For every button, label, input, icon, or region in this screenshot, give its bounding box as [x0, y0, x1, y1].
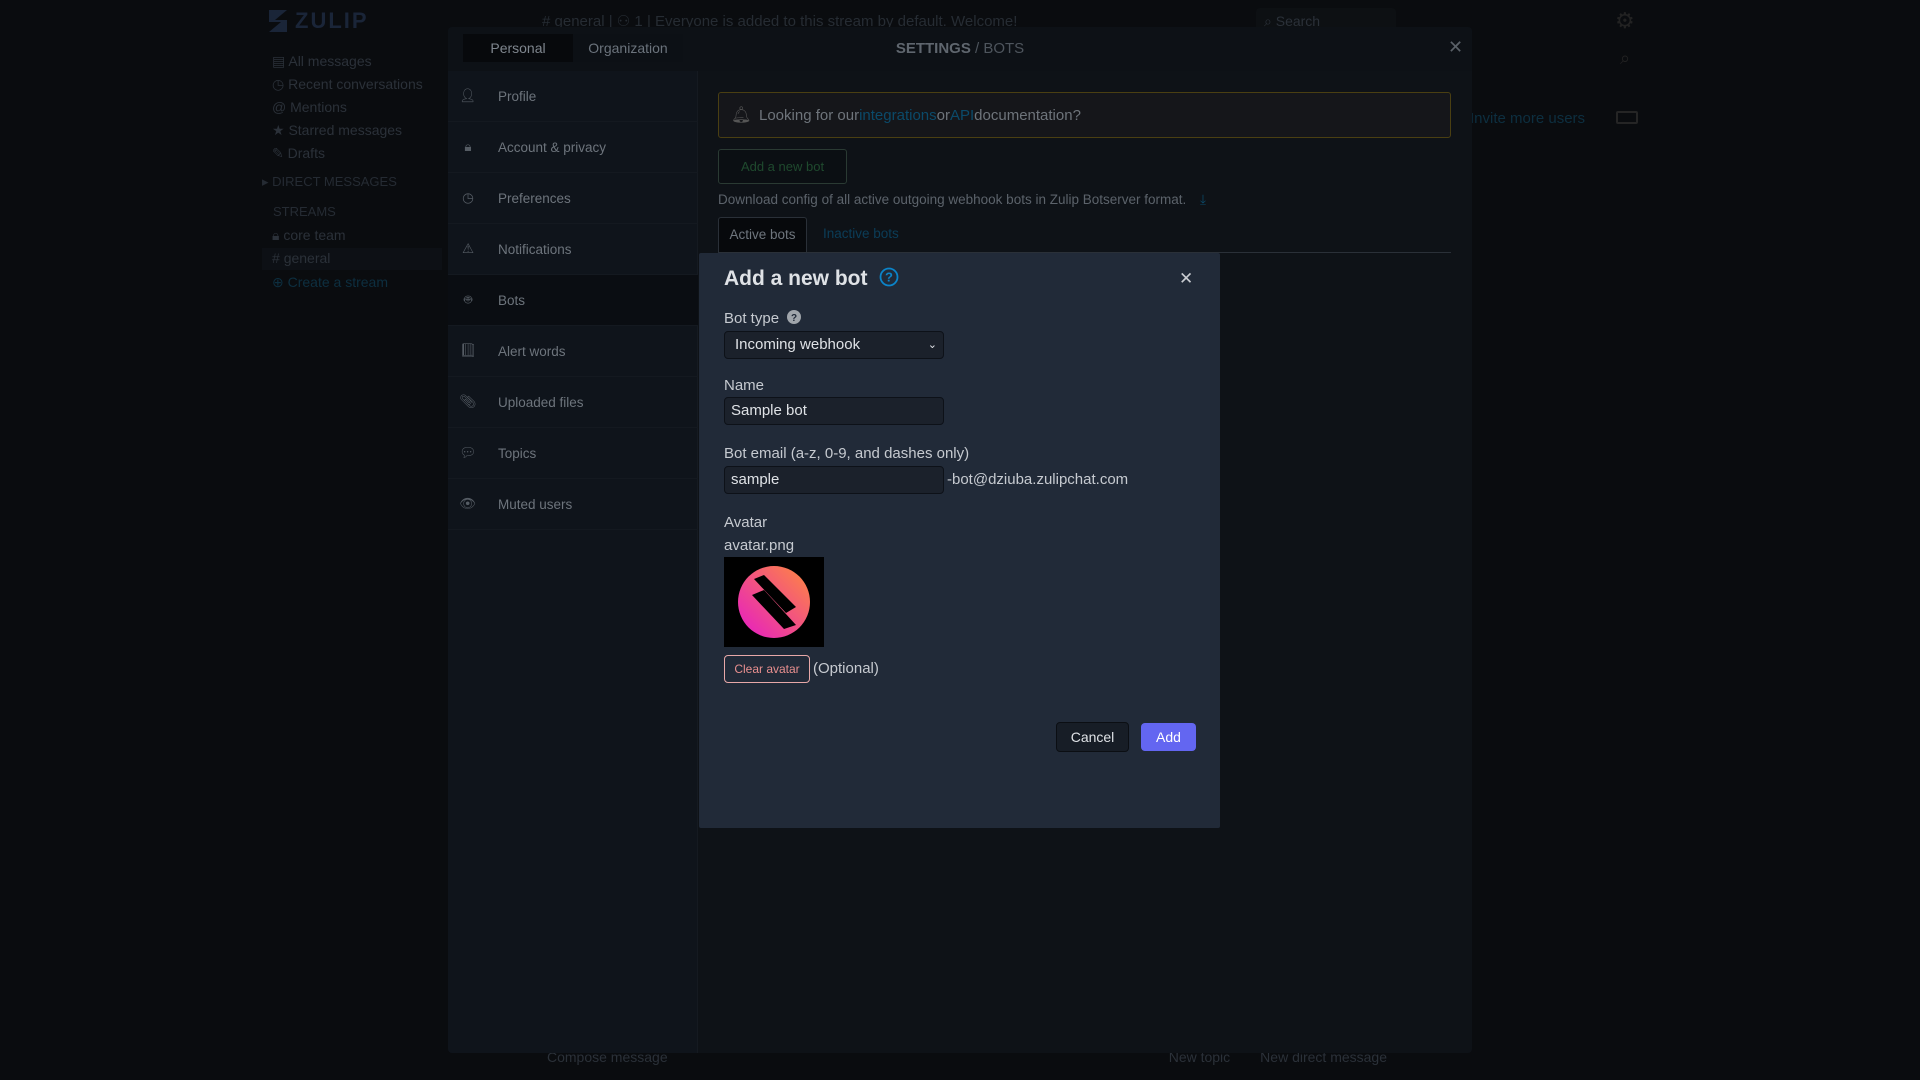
settings-sidebar-item[interactable]: 📎︎ Uploaded files	[448, 377, 698, 428]
settings-title: SETTINGS / BOTS	[895, 40, 1025, 57]
left-sidebar-item[interactable]: ★ Starred messages	[272, 122, 402, 139]
tab-inactive-bots[interactable]: Inactive bots	[823, 217, 899, 253]
caret-icon: ▸	[262, 174, 273, 189]
search-icon[interactable]: ⌕	[1620, 48, 1630, 69]
integrations-banner: 🔔︎ Looking for our integrations or API d…	[718, 92, 1451, 138]
robot-icon: 🤖︎	[463, 291, 473, 307]
star-icon: ★	[272, 122, 289, 138]
avatar-preview	[724, 557, 824, 647]
compose-message-button[interactable]: Compose message	[547, 1049, 1169, 1076]
close-icon[interactable]: ✕	[1448, 37, 1463, 58]
stream-item[interactable]: # general	[262, 248, 442, 270]
settings-sidebar-label: Profile	[498, 88, 537, 104]
avatar-label: Avatar	[724, 514, 768, 531]
tab-active-bots[interactable]: Active bots	[718, 217, 807, 253]
pencil-icon: ✎	[272, 145, 288, 161]
chevron-down-icon: ⌄	[927, 339, 937, 351]
settings-sidebar-item[interactable]: ◷ Preferences	[448, 173, 698, 224]
clock-icon: ◷	[462, 190, 474, 205]
name-input[interactable]: Sample bot	[724, 397, 944, 425]
keyboard-icon[interactable]	[1616, 111, 1638, 124]
paperclip-icon: 📎︎	[459, 394, 477, 409]
bot-type-label: Bot type ?	[724, 310, 802, 327]
user-icon: 👤︎	[459, 88, 477, 103]
settings-sidebar-item[interactable]: 🤖︎ Bots	[448, 275, 698, 326]
settings-sidebar-label: Topics	[498, 445, 537, 461]
direct-messages-heading[interactable]: ▸ DIRECT MESSAGES	[262, 174, 397, 190]
email-label: Bot email (a-z, 0-9, and dashes only)	[724, 445, 970, 462]
svg-text:?: ?	[791, 313, 797, 324]
settings-sidebar-item[interactable]: 👁︎ Muted users	[448, 479, 698, 530]
gear-icon[interactable]: ⚙	[1615, 8, 1635, 34]
left-sidebar-item[interactable]: ▤ All messages	[272, 53, 372, 70]
left-sidebar-item[interactable]: ◷ Recent conversations	[272, 76, 423, 93]
email-domain-suffix: -bot@dziuba.zulipchat.com	[947, 471, 1129, 488]
settings-sidebar-item[interactable]: 🔒︎ Account & privacy	[448, 122, 698, 173]
hash-icon: #	[272, 250, 284, 266]
add-bot-modal: Add a new bot ? ✕ Bot type ? Incoming we…	[699, 253, 1220, 828]
optional-note: (Optional)	[813, 660, 879, 677]
all-messages-icon: ▤	[272, 53, 289, 69]
logo-text: ZULIP	[295, 8, 369, 33]
integrations-link[interactable]: integrations	[859, 107, 937, 124]
email-input[interactable]: sample	[724, 466, 944, 494]
cancel-button[interactable]: Cancel	[1056, 722, 1129, 752]
settings-sidebar: 👤︎ Profile 🔒︎ Account & privacy ◷ Preferences…	[448, 71, 698, 1053]
invite-users-link[interactable]: Invite more users	[1470, 110, 1585, 127]
api-link[interactable]: API	[950, 107, 974, 124]
bell-icon: 🔔︎	[731, 107, 752, 124]
close-icon[interactable]: ✕	[1179, 269, 1193, 289]
lock-icon: 🔒︎	[464, 139, 472, 154]
settings-sidebar-item[interactable]: 📕︎ Alert words	[448, 326, 698, 377]
clock-icon: ◷	[272, 76, 289, 92]
clear-avatar-button[interactable]: Clear avatar	[724, 655, 810, 683]
zulip-logo: ZULIP	[267, 8, 369, 34]
modal-title: Add a new bot ?	[724, 267, 899, 291]
settings-sidebar-label: Account & privacy	[498, 139, 607, 155]
download-config-text: Download config of all active outgoing w…	[718, 192, 1206, 207]
new-direct-message-button[interactable]: New direct message	[1260, 1049, 1387, 1076]
settings-sidebar-label: Bots	[498, 292, 526, 308]
settings-sidebar-label: Uploaded files	[498, 394, 584, 410]
warning-icon: ⚠	[461, 241, 475, 256]
new-topic-button[interactable]: New topic	[1169, 1049, 1230, 1076]
settings-sidebar-label: Alert words	[498, 343, 566, 359]
eye-slash-icon: 👁︎	[459, 496, 477, 511]
settings-sidebar-label: Preferences	[498, 190, 571, 206]
settings-sidebar-label: Notifications	[498, 241, 572, 257]
settings-sidebar-item[interactable]: 💬︎ Topics	[448, 428, 698, 479]
bot-type-select[interactable]: Incoming webhook ⌄	[724, 331, 944, 359]
svg-text:?: ?	[885, 270, 893, 285]
help-icon[interactable]: ?	[879, 267, 899, 287]
book-icon: 📕︎	[459, 343, 477, 358]
add-new-bot-button[interactable]: Add a new bot	[718, 149, 847, 184]
add-button[interactable]: Add	[1141, 723, 1196, 751]
name-label: Name	[724, 377, 765, 394]
streams-heading[interactable]: STREAMS	[273, 204, 336, 219]
lock-icon: 🔒︎	[272, 227, 284, 243]
settings-header: Personal Organization SETTINGS / BOTS ✕	[448, 27, 1472, 71]
avatar-filename: avatar.png	[724, 537, 795, 554]
settings-sidebar-label: Muted users	[498, 496, 573, 512]
chat-icon: 💬︎	[459, 445, 477, 460]
left-sidebar-item[interactable]: ✎ Drafts	[272, 145, 325, 162]
plus-icon: ⊕	[272, 274, 288, 290]
left-sidebar-item[interactable]: @ Mentions	[272, 99, 347, 115]
settings-sidebar-item[interactable]: 👤︎ Profile	[448, 71, 698, 122]
at-icon: @	[272, 99, 291, 115]
create-stream-link[interactable]: ⊕ Create a stream	[272, 274, 388, 291]
download-icon[interactable]: ⤓	[1200, 192, 1206, 207]
zulip-logo-icon	[269, 10, 287, 32]
stream-item[interactable]: 🔒︎ core team	[272, 227, 346, 244]
help-icon[interactable]: ?	[787, 310, 802, 324]
settings-sidebar-item[interactable]: ⚠ Notifications	[448, 224, 698, 275]
